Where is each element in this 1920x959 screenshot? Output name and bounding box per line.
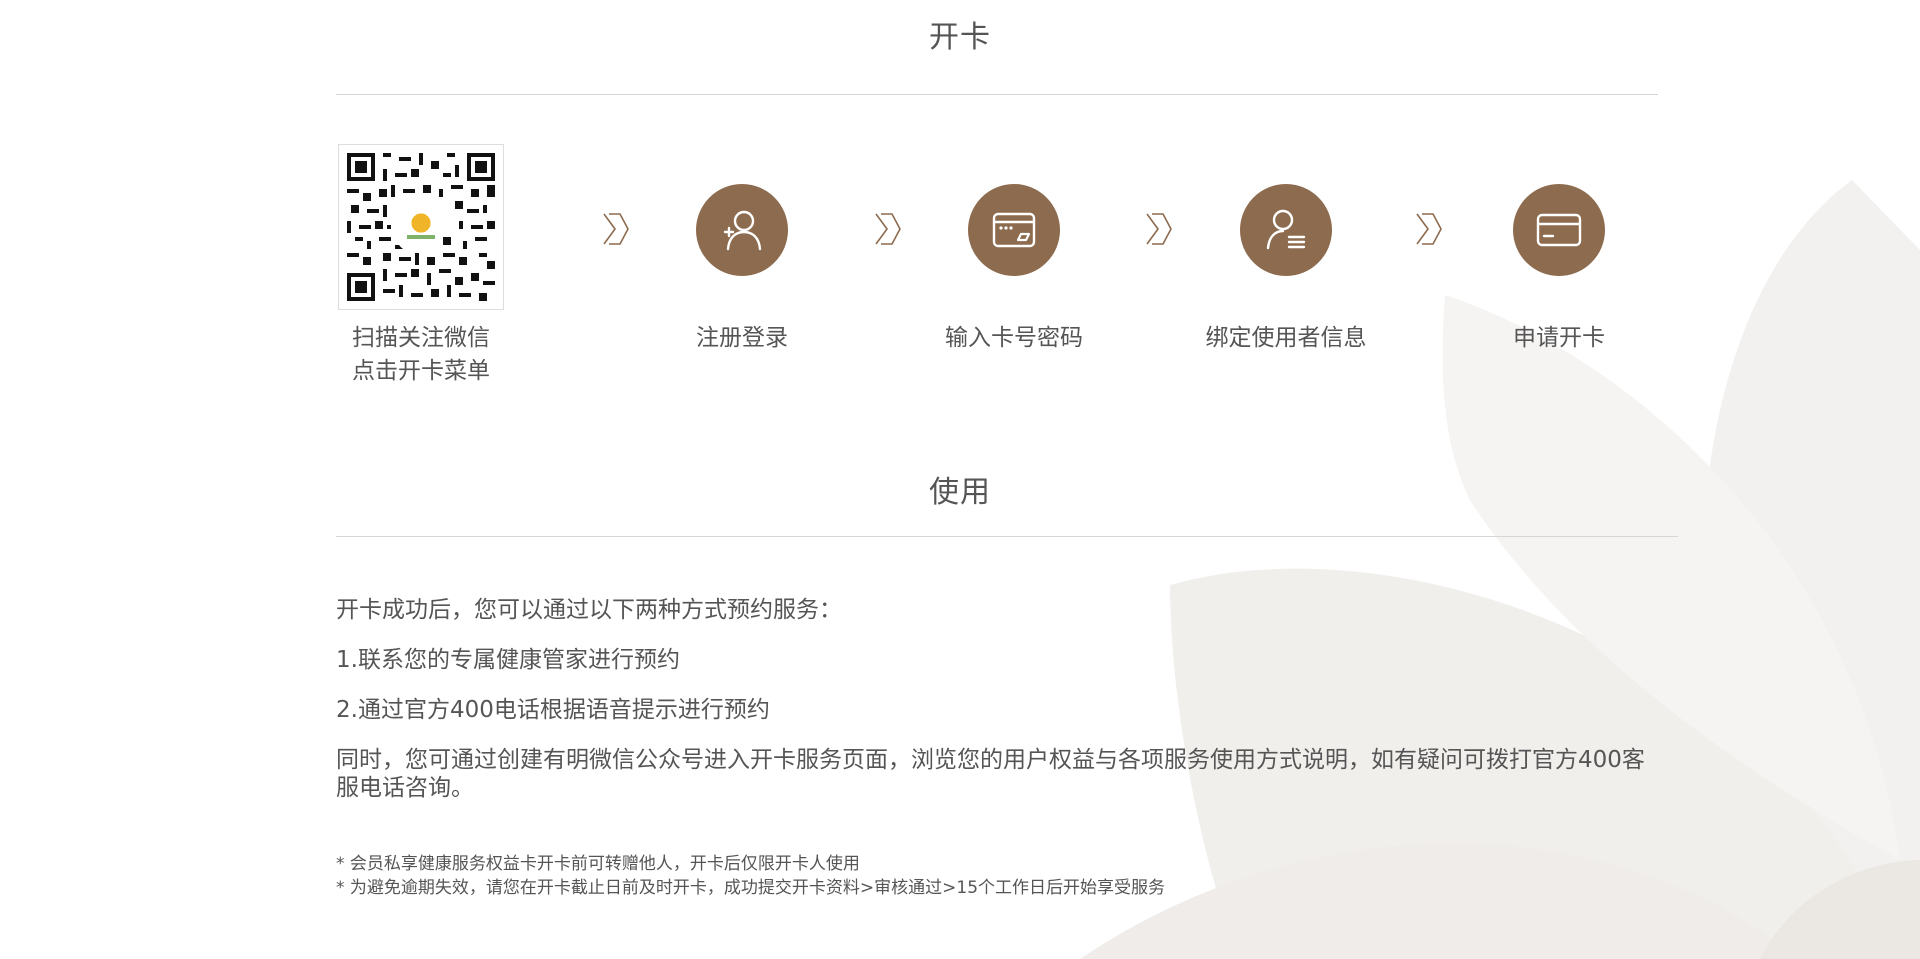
divider-top: [336, 94, 1658, 95]
divider-usage: [336, 536, 1678, 537]
step-3-caption: 输入卡号密码: [945, 325, 1083, 351]
footnote-1: * 会员私享健康服务权益卡开卡前可转赠他人，开卡后仅限开卡人使用: [336, 854, 860, 874]
main-content: 开卡 扫描关注微信 点击开卡菜单 注册登录 输入卡号密码 绑定使用者信息 申请开…: [0, 0, 1920, 959]
usage-item-2: 2.通过官方400电话根据语音提示进行预约: [336, 697, 770, 723]
usage-item-1: 1.联系您的专属健康管家进行预约: [336, 647, 680, 673]
step-1-label-line2: 点击开卡菜单: [352, 358, 490, 384]
wechat-qr-code: [338, 144, 504, 310]
step-5-caption: 申请开卡: [1513, 325, 1605, 351]
usage-title: 使用: [929, 475, 991, 510]
user-bind-icon: [1266, 209, 1306, 250]
usage-note: 同时，您可通过创建有明微信公众号进入开卡服务页面，浏览您的用户权益与各项服务使用…: [336, 747, 1645, 801]
chevron-right-icon: [1146, 213, 1172, 245]
user-plus-icon: [723, 210, 762, 251]
credit-card-icon: [1536, 213, 1582, 247]
chevron-right-icon: [875, 213, 901, 245]
step-2-caption: 注册登录: [696, 325, 788, 351]
open-card-title: 开卡: [929, 20, 991, 55]
step-card-input-circle: [968, 184, 1060, 276]
chevron-right-icon: [603, 213, 629, 245]
qr-code-icon: [347, 153, 495, 301]
step-4-caption: 绑定使用者信息: [1205, 325, 1367, 351]
step-apply-card-circle: [1513, 184, 1605, 276]
footnote-2: * 为避免逾期失效，请您在开卡截止日前及时开卡，成功提交开卡资料>审核通过>15…: [336, 878, 1166, 898]
step-1-caption: 扫描关注微信 点击开卡菜单: [338, 322, 504, 388]
step-1-label-line1: 扫描关注微信: [352, 325, 490, 351]
step-register-circle: [696, 184, 788, 276]
usage-intro: 开卡成功后，您可以通过以下两种方式预约服务：: [336, 597, 842, 623]
step-bind-user-circle: [1240, 184, 1332, 276]
card-input-icon: [992, 212, 1036, 248]
chevron-right-icon: [1416, 213, 1442, 245]
